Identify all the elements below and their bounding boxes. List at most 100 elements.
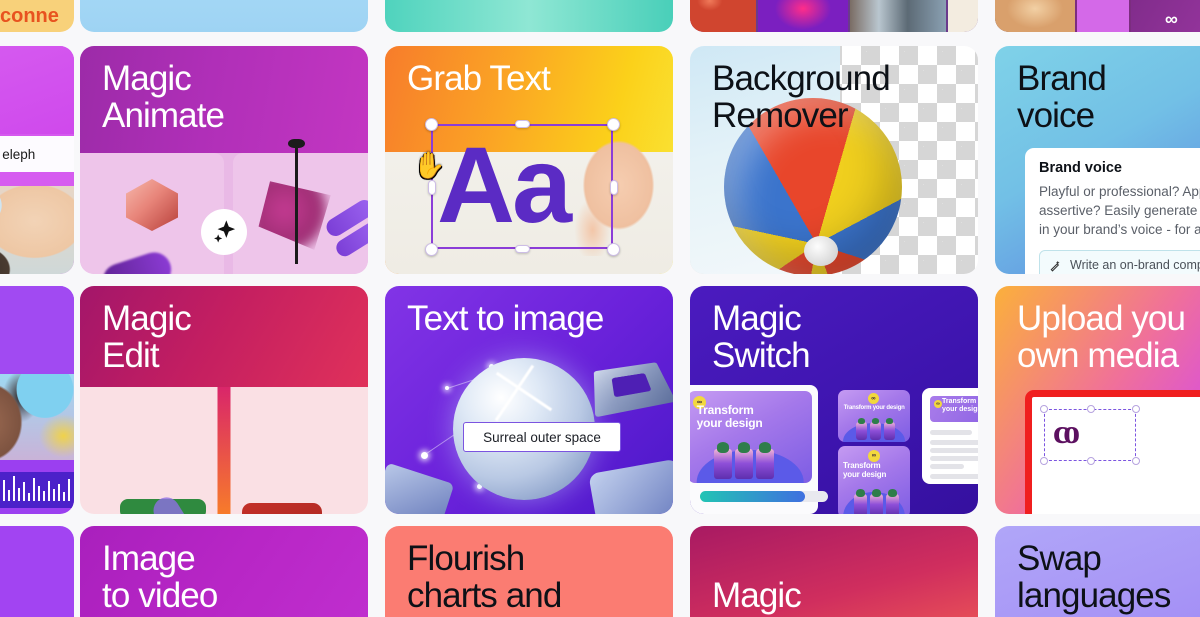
preview-image: [0, 374, 74, 460]
card-background-remover[interactable]: Background Remover: [690, 46, 978, 274]
card-purple-partial[interactable]: [0, 526, 74, 617]
design-thumbnail[interactable]: ∞ Transform your design: [690, 391, 812, 483]
card-title: Magic Design™: [712, 540, 829, 617]
before-after-divider[interactable]: [217, 387, 231, 514]
resize-handle-bottom[interactable]: [1087, 457, 1095, 465]
resize-handle-br[interactable]: [1132, 457, 1140, 465]
card-image-to-video[interactable]: Image to video: [80, 526, 368, 617]
card-header: [0, 46, 74, 134]
top-strip-card-blue[interactable]: [80, 0, 368, 32]
thumbnail-text: Transform your design: [843, 460, 887, 479]
divider: [0, 172, 74, 186]
card-title: Flourish charts and: [407, 539, 562, 616]
magic-wand-icon: [1050, 260, 1060, 272]
photo-tile: [850, 0, 946, 32]
prompt-value: Surreal outer space: [483, 429, 601, 445]
audio-waveform[interactable]: [0, 472, 74, 508]
metal-frame-shape: [593, 362, 673, 418]
brand-badge-icon: ∞: [868, 393, 879, 404]
card-magic-edit[interactable]: Magic Edit: [80, 286, 368, 514]
input-placeholder: Write an on-brand compa: [1070, 258, 1200, 272]
card-title: Upload you own media: [1017, 299, 1186, 376]
card-brand-voice[interactable]: Brand voice Brand voice Playful or profe…: [995, 46, 1200, 274]
brand-badge-icon: ∞: [934, 400, 942, 408]
selection-box[interactable]: co: [1040, 405, 1140, 465]
card-title: Grab Text: [407, 59, 551, 98]
feature-card-grid: conne ∞ o cal flying eleph Magic Animate: [0, 0, 1200, 617]
prompt-field[interactable]: cal flying eleph: [0, 136, 74, 172]
top-strip-card-teal[interactable]: [385, 0, 673, 32]
card-illustration: [80, 139, 368, 274]
card-magic-switch[interactable]: Magic Switch ∞ Transform your design ∞ T…: [690, 286, 978, 514]
pin-shape: [288, 139, 305, 264]
brand-voice-panel: Brand voice Playful or professional? App…: [1025, 148, 1200, 274]
top-strip-card-photos[interactable]: [690, 0, 978, 32]
photo-tile: [1077, 0, 1129, 32]
grab-hand-cursor-icon: ✋: [413, 150, 446, 180]
resize-handle-top[interactable]: [1087, 405, 1095, 413]
ball-valve-icon: [804, 236, 838, 266]
card-title: Background Remover: [712, 59, 891, 136]
card-flourish-charts[interactable]: Flourish charts and: [385, 526, 673, 617]
top-strip-label: conne: [0, 5, 59, 27]
design-thumbnail-variant-2[interactable]: ∞ Transform your design: [838, 446, 910, 514]
document-preview[interactable]: Transform your design ∞: [922, 388, 978, 484]
resize-handle-top[interactable]: [515, 120, 530, 128]
card-title: Swap languages: [1017, 539, 1171, 616]
photo-tile: [995, 0, 1075, 32]
top-strip-card-conne[interactable]: conne: [0, 0, 74, 32]
sparkle-icon: [201, 209, 247, 255]
card-swap-languages[interactable]: Swap languages: [995, 526, 1200, 617]
prompt-text: cal flying eleph: [0, 146, 36, 162]
card-magic-media-partial[interactable]: o cal flying eleph: [0, 46, 74, 274]
design-thumbnail-variant-1[interactable]: ∞ Transform your design: [838, 390, 910, 442]
crystal-shape: [588, 458, 673, 514]
selection-box[interactable]: [431, 124, 613, 249]
card-audio-partial[interactable]: [0, 286, 74, 514]
product-cans-image: [714, 442, 774, 479]
photo-tile: [758, 0, 848, 32]
resize-handle-tl[interactable]: [425, 118, 438, 131]
panel-body: Playful or professional? App assertive? …: [1039, 184, 1200, 238]
preview-image: [0, 186, 74, 274]
card-title: Magic Edit: [102, 299, 192, 376]
resize-handle-left[interactable]: [428, 180, 436, 195]
resize-handle-bl[interactable]: [1040, 457, 1048, 465]
resize-handle-bl[interactable]: [425, 243, 438, 256]
resize-handle-tr[interactable]: [607, 118, 620, 131]
card-title: Image to video: [102, 539, 218, 616]
card-magic-design[interactable]: Magic Design™: [690, 526, 978, 617]
card-text-to-image[interactable]: Text to image Surreal outer space: [385, 286, 673, 514]
card-grab-text[interactable]: Grab Text Aa ✋: [385, 46, 673, 274]
card-title: Magic Switch: [712, 299, 811, 376]
prompt-input[interactable]: Surreal outer space: [463, 422, 621, 452]
thumbnail-text: Transform your design: [843, 404, 905, 411]
brand-voice-input[interactable]: Write an on-brand compa: [1039, 250, 1200, 274]
resize-handle-tr[interactable]: [1132, 405, 1140, 413]
card-upload-your-own-media[interactable]: Upload you own media co: [995, 286, 1200, 514]
uploaded-logo: co: [1053, 414, 1080, 451]
resize-handle-bottom[interactable]: [515, 245, 530, 253]
top-strip-card-canva[interactable]: ∞: [995, 0, 1200, 32]
photo-tile: [690, 0, 756, 32]
product-cans-image: [854, 489, 899, 514]
progress-bar[interactable]: [700, 491, 828, 502]
card-title: Magic Animate: [102, 59, 225, 136]
product-cans-image: [856, 418, 895, 440]
document-header-text: Transform your design: [942, 398, 978, 414]
photo-tile: [948, 0, 978, 32]
upload-canvas-frame[interactable]: co: [1025, 390, 1200, 514]
card-magic-animate[interactable]: Magic Animate: [80, 46, 368, 274]
thumbnail-text: Transform your design: [696, 402, 763, 431]
panel-heading: Brand voice: [1039, 160, 1122, 176]
resize-handle-tl[interactable]: [1040, 405, 1048, 413]
backpack-after-photo: [242, 503, 322, 514]
card-title: Text to image: [407, 299, 604, 338]
canva-logo-icon: ∞: [1165, 9, 1178, 29]
design-card-main[interactable]: ∞ Transform your design: [690, 385, 828, 514]
card-header: [0, 286, 74, 374]
card-title: Brand voice: [1017, 59, 1107, 136]
resize-handle-br[interactable]: [607, 243, 620, 256]
resize-handle-right[interactable]: [610, 180, 618, 195]
card-title-text: Magic Design: [712, 576, 816, 617]
